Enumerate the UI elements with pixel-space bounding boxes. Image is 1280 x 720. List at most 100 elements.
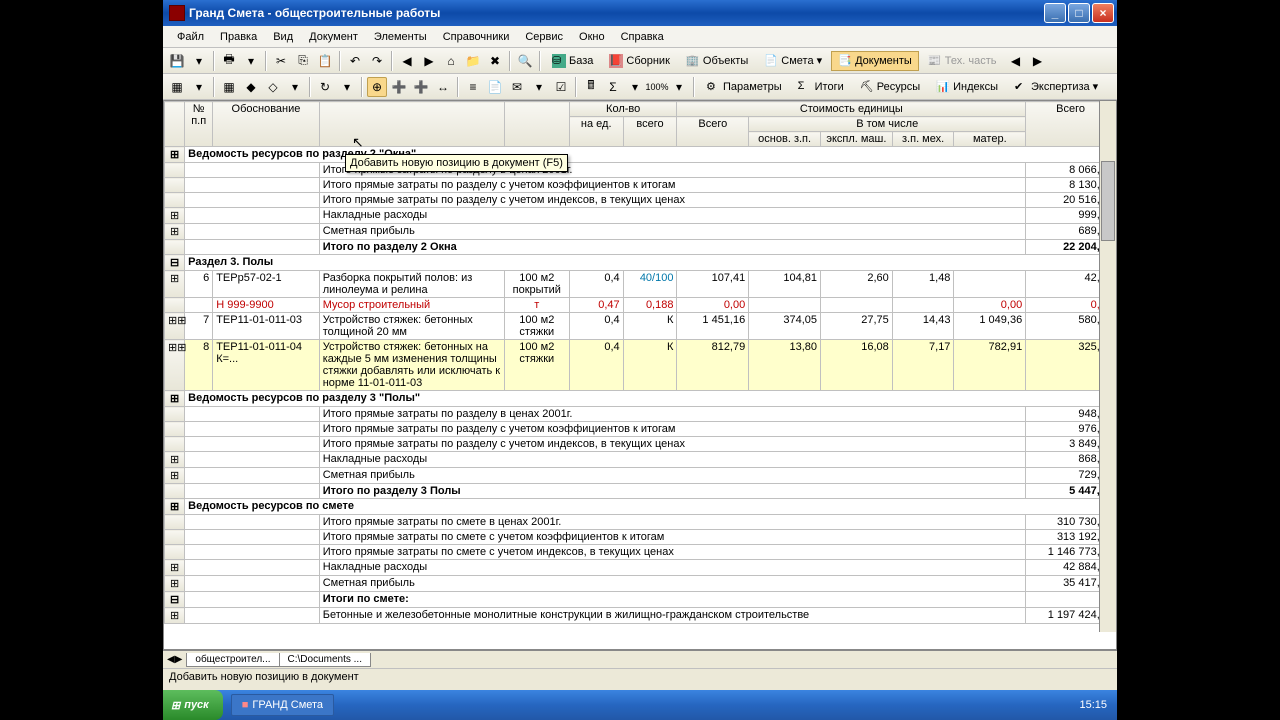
summary-row: ⊞Бетонные и железобетонные монолитные ко… — [165, 608, 1116, 624]
btn-sbornik[interactable]: 📕Сборник — [602, 51, 677, 71]
menu-elements[interactable]: Элементы — [366, 28, 435, 46]
col-stoim[interactable]: Стоимость единицы — [677, 102, 1026, 117]
tb2-3-icon[interactable]: ◇ — [263, 77, 283, 97]
btn-params[interactable]: ⚙Параметры — [699, 77, 789, 97]
btn-resources[interactable]: ⛏Ресурсы — [853, 77, 927, 97]
btn-indexes[interactable]: 📊Индексы — [929, 77, 1005, 97]
table-row: ⊞⊞7ТЕР11-01-011-03Устройство стяжек: бет… — [165, 313, 1116, 340]
start-button[interactable]: ⊞пуск — [163, 690, 223, 720]
col-np[interactable]: № п.п — [185, 102, 213, 147]
toolbar-2: ▦▾ ▦ ◆ ◇ ▾ ↻▾ ⊕ ➕ ➕ ↔ ≡ 📄 ✉▾ ☑ 🖩 Σ▾ 100%… — [163, 74, 1117, 100]
col-vtom[interactable]: В том числе — [749, 117, 1026, 132]
btn-itogi[interactable]: ΣИтоги — [791, 77, 851, 97]
tb2-mail-icon[interactable]: ✉ — [507, 77, 527, 97]
tb2-plus2-icon[interactable]: ➕ — [411, 77, 431, 97]
save-icon[interactable]: 💾 — [167, 51, 187, 71]
back-icon[interactable]: ◀ — [397, 51, 417, 71]
summary-row-total: Итого по разделу 3 Полы5 447,16 — [165, 484, 1116, 499]
btn-smeta[interactable]: 📄Смета▾ — [757, 51, 829, 71]
menu-spravochniki[interactable]: Справочники — [435, 28, 518, 46]
col-kolvo[interactable]: Кол-во — [569, 102, 677, 117]
btn-expertiza[interactable]: ✔Экспертиза▾ — [1007, 77, 1105, 97]
cut-icon[interactable]: ✂ — [271, 51, 291, 71]
btn-tech[interactable]: 📰Тех. часть — [921, 51, 1004, 71]
col-osnov[interactable]: основ. з.п. — [749, 132, 821, 147]
status-bar: Добавить новую позицию в документ — [163, 668, 1117, 688]
menu-window[interactable]: Окно — [571, 28, 613, 46]
menu-service[interactable]: Сервис — [517, 28, 571, 46]
window-title: Гранд Смета - общестроительные работы — [189, 6, 440, 20]
tb2-grid-icon[interactable]: ▦ — [219, 77, 239, 97]
tab-doc1[interactable]: общестроител... — [186, 653, 279, 667]
menu-edit[interactable]: Правка — [212, 28, 265, 46]
tb2-4-icon[interactable]: ▾ — [285, 77, 305, 97]
titlebar: Гранд Смета - общестроительные работы _ … — [163, 0, 1117, 26]
menu-help[interactable]: Справка — [613, 28, 672, 46]
folder-icon[interactable]: 📁 — [463, 51, 483, 71]
col-zpmeh[interactable]: з.п. мех. — [892, 132, 954, 147]
menu-file[interactable]: Файл — [169, 28, 212, 46]
tb2-arrow-icon[interactable]: ↔ — [433, 77, 453, 97]
col-naimen[interactable] — [319, 102, 504, 147]
close-button[interactable]: × — [1092, 3, 1114, 23]
col-obosn[interactable]: Обоснование — [213, 102, 320, 147]
btn-database[interactable]: ⛁База — [545, 51, 600, 71]
print-dropdown-icon[interactable]: ▾ — [241, 51, 261, 71]
summary-row: Итого прямые затраты по разделу с учетом… — [165, 422, 1116, 437]
col-naed[interactable]: на ед. — [569, 117, 623, 147]
tab-doc2[interactable]: C:\Documents ... — [279, 653, 371, 667]
tb2-check-icon[interactable]: ☑ — [551, 77, 571, 97]
add-position-icon[interactable]: ⊕ — [367, 77, 387, 97]
print-icon[interactable]: 🖶 — [219, 51, 239, 71]
section-row: ⊞Ведомость ресурсов по разделу 2 "Окна" — [165, 147, 1116, 163]
col-mater[interactable]: матер. — [954, 132, 1026, 147]
redo-icon[interactable]: ↷ — [367, 51, 387, 71]
clock[interactable]: 15:15 — [1079, 699, 1117, 711]
col-vs[interactable]: всего — [623, 117, 677, 147]
col-ed[interactable] — [504, 102, 569, 147]
nav-left-icon[interactable]: ◀ — [1006, 51, 1026, 71]
tb2-sum-icon[interactable]: Σ — [603, 77, 623, 97]
summary-row: Итого прямые затраты по смете в ценах 20… — [165, 515, 1116, 530]
tb2-plus-icon[interactable]: ➕ — [389, 77, 409, 97]
tb2-list-icon[interactable]: ≡ — [463, 77, 483, 97]
taskbar-item[interactable]: ■ГРАНД Смета — [231, 694, 334, 716]
col-vsego2[interactable]: Всего — [677, 117, 749, 147]
undo-icon[interactable]: ↶ — [345, 51, 365, 71]
summary-row: ⊞Сметная прибыль689,12 — [165, 224, 1116, 240]
summary-row: Итого прямые затраты по смете с учетом к… — [165, 530, 1116, 545]
minimize-button[interactable]: _ — [1044, 3, 1066, 23]
tb2-refresh-icon[interactable]: ↻ — [315, 77, 335, 97]
menubar: Файл Правка Вид Документ Элементы Справо… — [163, 26, 1117, 48]
tb2-percent-icon[interactable]: 100% — [647, 77, 667, 97]
menu-document[interactable]: Документ — [301, 28, 366, 46]
data-grid[interactable]: № п.п Обоснование Кол-во Стоимость едини… — [163, 100, 1117, 650]
tb2-doc-icon[interactable]: 📄 — [485, 77, 505, 97]
vertical-scrollbar[interactable] — [1099, 101, 1116, 632]
home-icon[interactable]: ⌂ — [441, 51, 461, 71]
menu-view[interactable]: Вид — [265, 28, 301, 46]
save-dropdown-icon[interactable]: ▾ — [189, 51, 209, 71]
btn-objects[interactable]: 🏢Объекты — [679, 51, 755, 71]
maximize-button[interactable]: □ — [1068, 3, 1090, 23]
col-ekspl[interactable]: экспл. маш. — [821, 132, 893, 147]
taskbar: ⊞пуск ■ГРАНД Смета 15:15 — [163, 690, 1117, 720]
paste-icon[interactable]: 📋 — [315, 51, 335, 71]
tb2-1-icon[interactable]: ▦ — [167, 77, 187, 97]
section-row: ⊞Ведомость ресурсов по разделу 3 "Полы" — [165, 391, 1116, 407]
tb2-2-icon[interactable]: ◆ — [241, 77, 261, 97]
summary-row: ⊞Сметная прибыль35 417,81 — [165, 576, 1116, 592]
summary-row: Итого прямые затраты по разделу в ценах … — [165, 407, 1116, 422]
copy-icon[interactable]: ⎘ — [293, 51, 313, 71]
app-icon — [169, 5, 185, 21]
btn-documents[interactable]: 📑Документы — [831, 51, 919, 71]
forward-icon[interactable]: ▶ — [419, 51, 439, 71]
search-icon[interactable]: 🔍 — [515, 51, 535, 71]
delete-icon[interactable]: ✖ — [485, 51, 505, 71]
summary-row-total: Итого по разделу 2 Окна22 204,46 — [165, 240, 1116, 255]
nav-right-icon[interactable]: ▶ — [1028, 51, 1048, 71]
summary-row: Итого прямые затраты по смете с учетом и… — [165, 545, 1116, 560]
tb2-calc-icon[interactable]: 🖩 — [581, 77, 601, 97]
summary-row-total: ⊟Итоги по смете: — [165, 592, 1116, 608]
summary-row: ⊞Накладные расходы999,17 — [165, 208, 1116, 224]
